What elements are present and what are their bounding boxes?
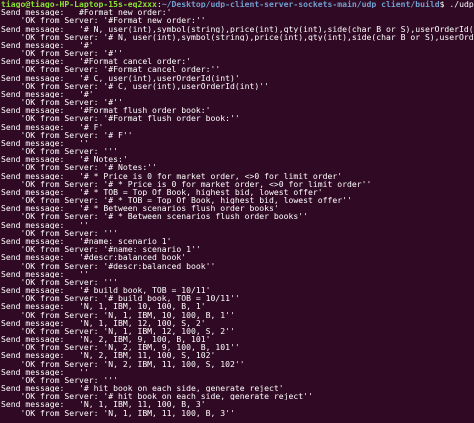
terminal-output-line: 'OK from Server: '#'' bbox=[1, 49, 123, 58]
terminal-output-line: 'OK from Server: '# * Between scenarios … bbox=[1, 212, 308, 221]
terminal-output-line: 'OK from Server: '#Format new order:'' bbox=[1, 16, 206, 25]
terminal-output-line: Send message: '# * TOB = Top Of Book, hi… bbox=[1, 187, 323, 197]
terminal-output-line: 'OK from Server: '# N, user(int),symbol(… bbox=[20, 32, 474, 41]
prompt-user-host: tiago@tiago-HP-Laptop-15s-eq2xxx bbox=[1, 0, 157, 9]
terminal-output-line: Send message: '# C, user(int),userOrderI… bbox=[1, 73, 240, 82]
terminal-output-line: Send message: '#Format cancel order:' bbox=[1, 57, 192, 66]
terminal-output-line: Send message: '# Notes:' bbox=[1, 155, 128, 164]
terminal-output-line: 'OK from Server: '# * Price is 0 for mar… bbox=[1, 179, 372, 188]
terminal-output-line: 'OK from Server: ''' bbox=[1, 228, 118, 237]
terminal-output-line: Send message: '# N, user(int),symbol(str… bbox=[1, 24, 474, 33]
terminal-output-line: Send message: '' bbox=[1, 220, 89, 229]
terminal-output-line: Send message: '# * Price is 0 for market… bbox=[1, 171, 343, 180]
terminal-output-line: 'OK from Server: '#Format cancel order:'… bbox=[1, 65, 221, 74]
terminal-output-line: Send message: 'N, 1, IBM, 10, 100, B, 1' bbox=[1, 302, 206, 311]
prompt-symbol: $ bbox=[439, 0, 450, 9]
terminal-output-line: 'OK from Server: '#Format flush order bo… bbox=[1, 114, 240, 123]
terminal-output-line: 'OK from Server: '#descr:balanced book'' bbox=[1, 261, 216, 270]
terminal-output-line: 'OK from Server: '# F'' bbox=[1, 130, 133, 139]
terminal-window[interactable]: tiago@tiago-HP-Laptop-15s-eq2xxx:~/Deskt… bbox=[0, 0, 474, 423]
terminal-output-line: Send message: #Format new order:' bbox=[1, 8, 172, 17]
terminal-output-line: 'OK from Server: '# Notes:'' bbox=[1, 163, 157, 172]
terminal-output: Send message: #Format new order:' 'OK fr… bbox=[1, 8, 474, 417]
prompt-path: ~/Desktop/udp-client-server-sockets-main… bbox=[161, 0, 440, 9]
terminal-output-line: 'OK from Server: ''' bbox=[1, 375, 118, 385]
terminal-output-line: Send message: '' bbox=[1, 367, 89, 376]
terminal-output-line: 'OK from Server: '#name: scenario 1'' bbox=[1, 245, 201, 254]
terminal-output-line: Send message: '' bbox=[1, 138, 89, 148]
terminal-output-line: 'OK from Server: ''' bbox=[1, 277, 118, 287]
terminal-output-line: Send message: '' bbox=[1, 269, 89, 278]
terminal-output-line: Send message: 'N, 2, IBM, 11, 100, S, 10… bbox=[1, 351, 216, 360]
prompt-command: ./udp_client bbox=[449, 0, 474, 9]
terminal-output-line: Send message: '# hit book on each side, … bbox=[1, 384, 284, 393]
terminal-output-line: Send message: 'N, 1, IBM, 12, 100, S, 2' bbox=[1, 318, 206, 327]
terminal-output-line: Send message: 'N, 2, IBM, 9, 100, B, 101… bbox=[1, 335, 211, 344]
terminal-output-line: Send message: '# build book, TOB = 10/11… bbox=[1, 286, 211, 295]
terminal-output-line: Send message: 'N, 1, IBM, 11, 100, B, 3' bbox=[1, 400, 206, 409]
terminal-output-line: 'OK from Server: 'N, 1, IBM, 10, 100, B,… bbox=[1, 310, 235, 319]
terminal-output-line: 'OK from Server: ''' bbox=[1, 147, 118, 156]
terminal-output-line: 'OK from Server: 'N, 2, IBM, 9, 100, B, … bbox=[1, 343, 240, 352]
terminal-output-line: 'OK from Server: '# * TOB = Top Of Book,… bbox=[1, 196, 352, 205]
terminal-output-line: Send message: '#Format flush order book:… bbox=[1, 106, 211, 115]
terminal-output-line: Send message: '# * Between scenarios flu… bbox=[1, 204, 279, 213]
terminal-output-line: 'OK from Server: 'N, 2, IBM, 11, 100, S,… bbox=[1, 359, 245, 368]
terminal-output-line: 'OK from Server: '#'' bbox=[1, 98, 123, 107]
terminal-output-line: 'OK from Server: '# C, user(int),userOrd… bbox=[1, 81, 270, 90]
terminal-output-line: 'OK from Server: 'N, 1, IBM, 11, 100, B,… bbox=[1, 408, 235, 417]
terminal-output-line: Send message: '#name: scenario 1' bbox=[1, 236, 172, 246]
terminal-output-line: 'OK from Server: 'N, 1, IBM, 12, 100, S,… bbox=[1, 326, 235, 336]
terminal-output-line: 'OK from Server: '# build book, TOB = 10… bbox=[1, 294, 240, 303]
terminal-output-line: Send message: '#' bbox=[1, 40, 94, 50]
terminal-output-line: Send message: '#descr:balanced book' bbox=[1, 253, 187, 262]
terminal-output-line: 'OK from Server: '# hit book on each sid… bbox=[1, 392, 313, 401]
prompt-line: tiago@tiago-HP-Laptop-15s-eq2xxx:~/Deskt… bbox=[1, 0, 474, 8]
terminal-output-line: Send message: '# F' bbox=[1, 122, 104, 131]
terminal-output-line: Send message: '#' bbox=[1, 89, 94, 99]
